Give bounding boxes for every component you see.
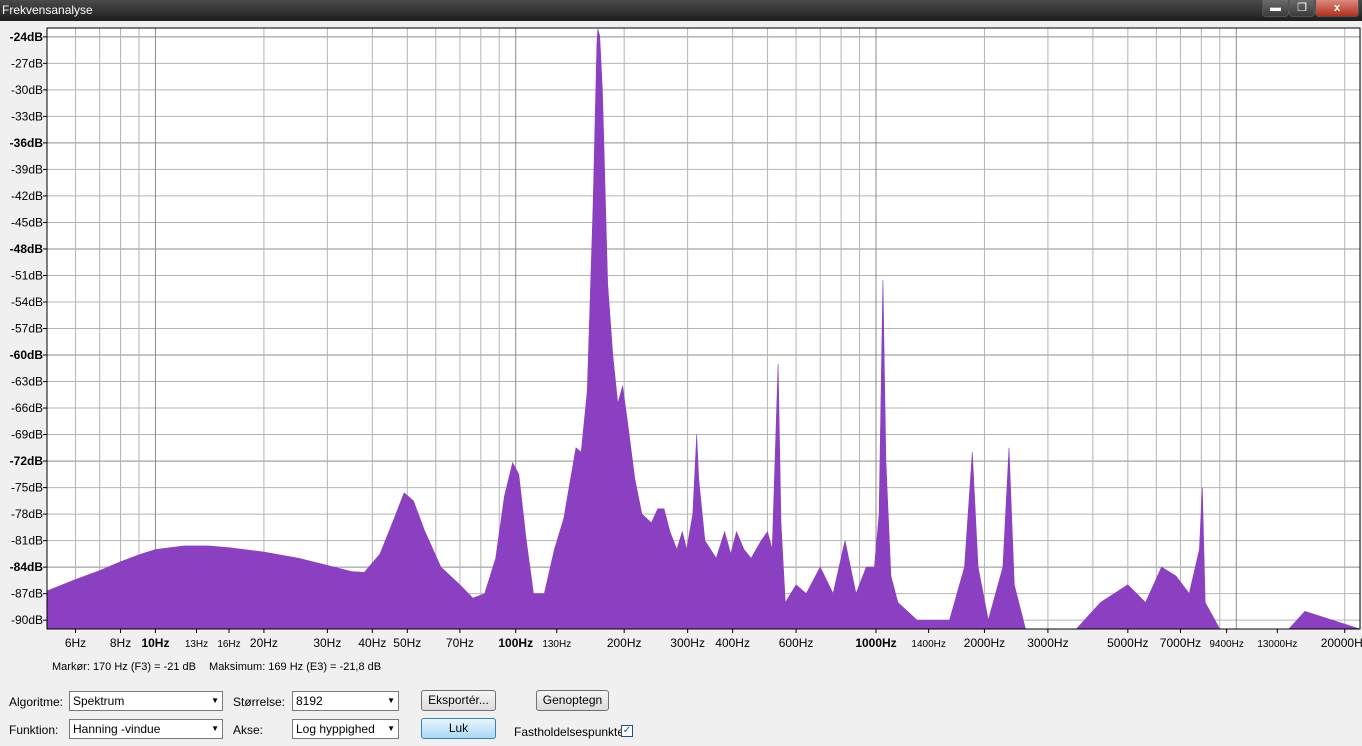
close-icon: x: [1333, 2, 1341, 14]
x-tick-label: 10Hz: [141, 636, 169, 650]
x-tick-label: 20000Hz: [1321, 636, 1362, 650]
window-title: Frekvensanalyse: [2, 3, 93, 17]
close-button[interactable]: Luk: [421, 718, 496, 739]
function-value: Hanning -vindue: [73, 722, 161, 736]
x-tick-label: 2000Hz: [964, 636, 1005, 650]
checkmark-icon: ✓: [622, 725, 632, 736]
x-tick-label: 13Hz: [185, 639, 208, 650]
x-tick-label: 200Hz: [607, 636, 642, 650]
x-tick-label: 30Hz: [313, 636, 341, 650]
x-tick-label: 20Hz: [250, 636, 278, 650]
size-value: 8192: [296, 694, 323, 708]
y-tick-label: -30dB: [11, 83, 43, 97]
axis-select[interactable]: Log hyppighed ▼: [292, 719, 399, 739]
x-tick-label: 7000Hz: [1160, 636, 1201, 650]
redraw-button[interactable]: Genoptegn: [536, 690, 609, 711]
restore-icon: ❐: [1297, 2, 1307, 14]
y-tick-label: -54dB: [11, 295, 43, 309]
size-label: Størrelse:: [233, 695, 286, 709]
minimize-icon: ▬: [1270, 2, 1281, 14]
spectrum-chart[interactable]: -24dB -27dB -30dB -33dB -36dB -39dB -42dB -45dB…: [0, 21, 1362, 661]
y-tick-label: -48dB: [10, 242, 44, 256]
y-tick-label: -36dB: [10, 136, 44, 150]
x-tick-label: 13000Hz: [1257, 639, 1297, 650]
function-select[interactable]: Hanning -vindue ▼: [69, 719, 223, 739]
x-tick-label: 50Hz: [393, 636, 421, 650]
x-tick-label: 300Hz: [670, 636, 705, 650]
gridlines-label: Fastholdelsespunkter: [514, 725, 629, 739]
x-tick-label: 400Hz: [715, 636, 750, 650]
y-tick-label: -51dB: [11, 268, 43, 282]
x-tick-label: 16Hz: [217, 639, 240, 650]
x-tick-label: 5000Hz: [1107, 636, 1148, 650]
y-tick-label: -90dB: [11, 613, 43, 627]
close-window-button[interactable]: x: [1315, 0, 1359, 17]
y-tick-label: -42dB: [11, 189, 43, 203]
title-bar: Frekvensanalyse ▬ ❐ x: [0, 0, 1362, 21]
x-tick-label: 40Hz: [358, 636, 386, 650]
y-tick-label: -69dB: [11, 428, 43, 442]
chevron-down-icon: ▼: [211, 696, 219, 705]
size-select[interactable]: 8192 ▼: [292, 691, 399, 711]
chevron-down-icon: ▼: [387, 696, 395, 705]
status-line: Markør: 170 Hz (F3) = -21 dB Maksimum: 1…: [52, 661, 391, 673]
y-tick-label: -45dB: [11, 215, 43, 229]
maximize-button[interactable]: ❐: [1289, 0, 1315, 17]
y-tick-label: -39dB: [11, 162, 43, 176]
y-tick-label: -24dB: [10, 30, 44, 44]
function-label: Funktion:: [9, 723, 59, 737]
y-tick-label: -72dB: [10, 454, 44, 468]
y-tick-label: -57dB: [11, 322, 43, 336]
y-tick-label: -87dB: [11, 587, 43, 601]
gridlines-checkbox[interactable]: ✓: [621, 725, 633, 737]
x-tick-label: 1000Hz: [855, 636, 896, 650]
algorithm-value: Spektrum: [73, 694, 125, 708]
spectrum-plot-area: -24dB -27dB -30dB -33dB -36dB -39dB -42dB -45dB…: [0, 21, 1362, 661]
x-tick-label: 8Hz: [110, 636, 131, 650]
axis-value: Log hyppighed: [296, 722, 375, 736]
x-tick-label: 6Hz: [65, 636, 86, 650]
minimize-button[interactable]: ▬: [1262, 0, 1289, 17]
y-tick-label: -78dB: [11, 507, 43, 521]
chevron-down-icon: ▼: [387, 724, 395, 733]
chevron-down-icon: ▼: [211, 724, 219, 733]
y-tick-label: -33dB: [11, 109, 43, 123]
x-tick-label: 130Hz: [542, 639, 571, 650]
y-tick-label: -60dB: [10, 348, 44, 362]
y-tick-label: -81dB: [11, 534, 43, 548]
algorithm-select[interactable]: Spektrum ▼: [69, 691, 223, 711]
y-tick-label: -27dB: [11, 56, 43, 70]
y-tick-label: -75dB: [11, 481, 43, 495]
x-tick-label: 600Hz: [779, 636, 814, 650]
cursor-readout: Markør: 170 Hz (F3) = -21 dB: [52, 661, 196, 673]
maximum-readout: Maksimum: 169 Hz (E3) = -21,8 dB: [209, 661, 382, 673]
x-tick-label: 9400Hz: [1209, 639, 1243, 650]
x-tick-label: 100Hz: [498, 636, 533, 650]
axis-label: Akse:: [233, 723, 264, 737]
x-tick-label: 1400Hz: [911, 639, 945, 650]
algorithm-label: Algoritme:: [9, 695, 64, 709]
export-button[interactable]: Eksportér...: [421, 690, 496, 711]
y-tick-label: -66dB: [11, 401, 43, 415]
y-tick-label: -63dB: [11, 375, 43, 389]
x-tick-label: 70Hz: [446, 636, 474, 650]
x-tick-label: 3000Hz: [1027, 636, 1068, 650]
y-tick-label: -84dB: [10, 560, 44, 574]
